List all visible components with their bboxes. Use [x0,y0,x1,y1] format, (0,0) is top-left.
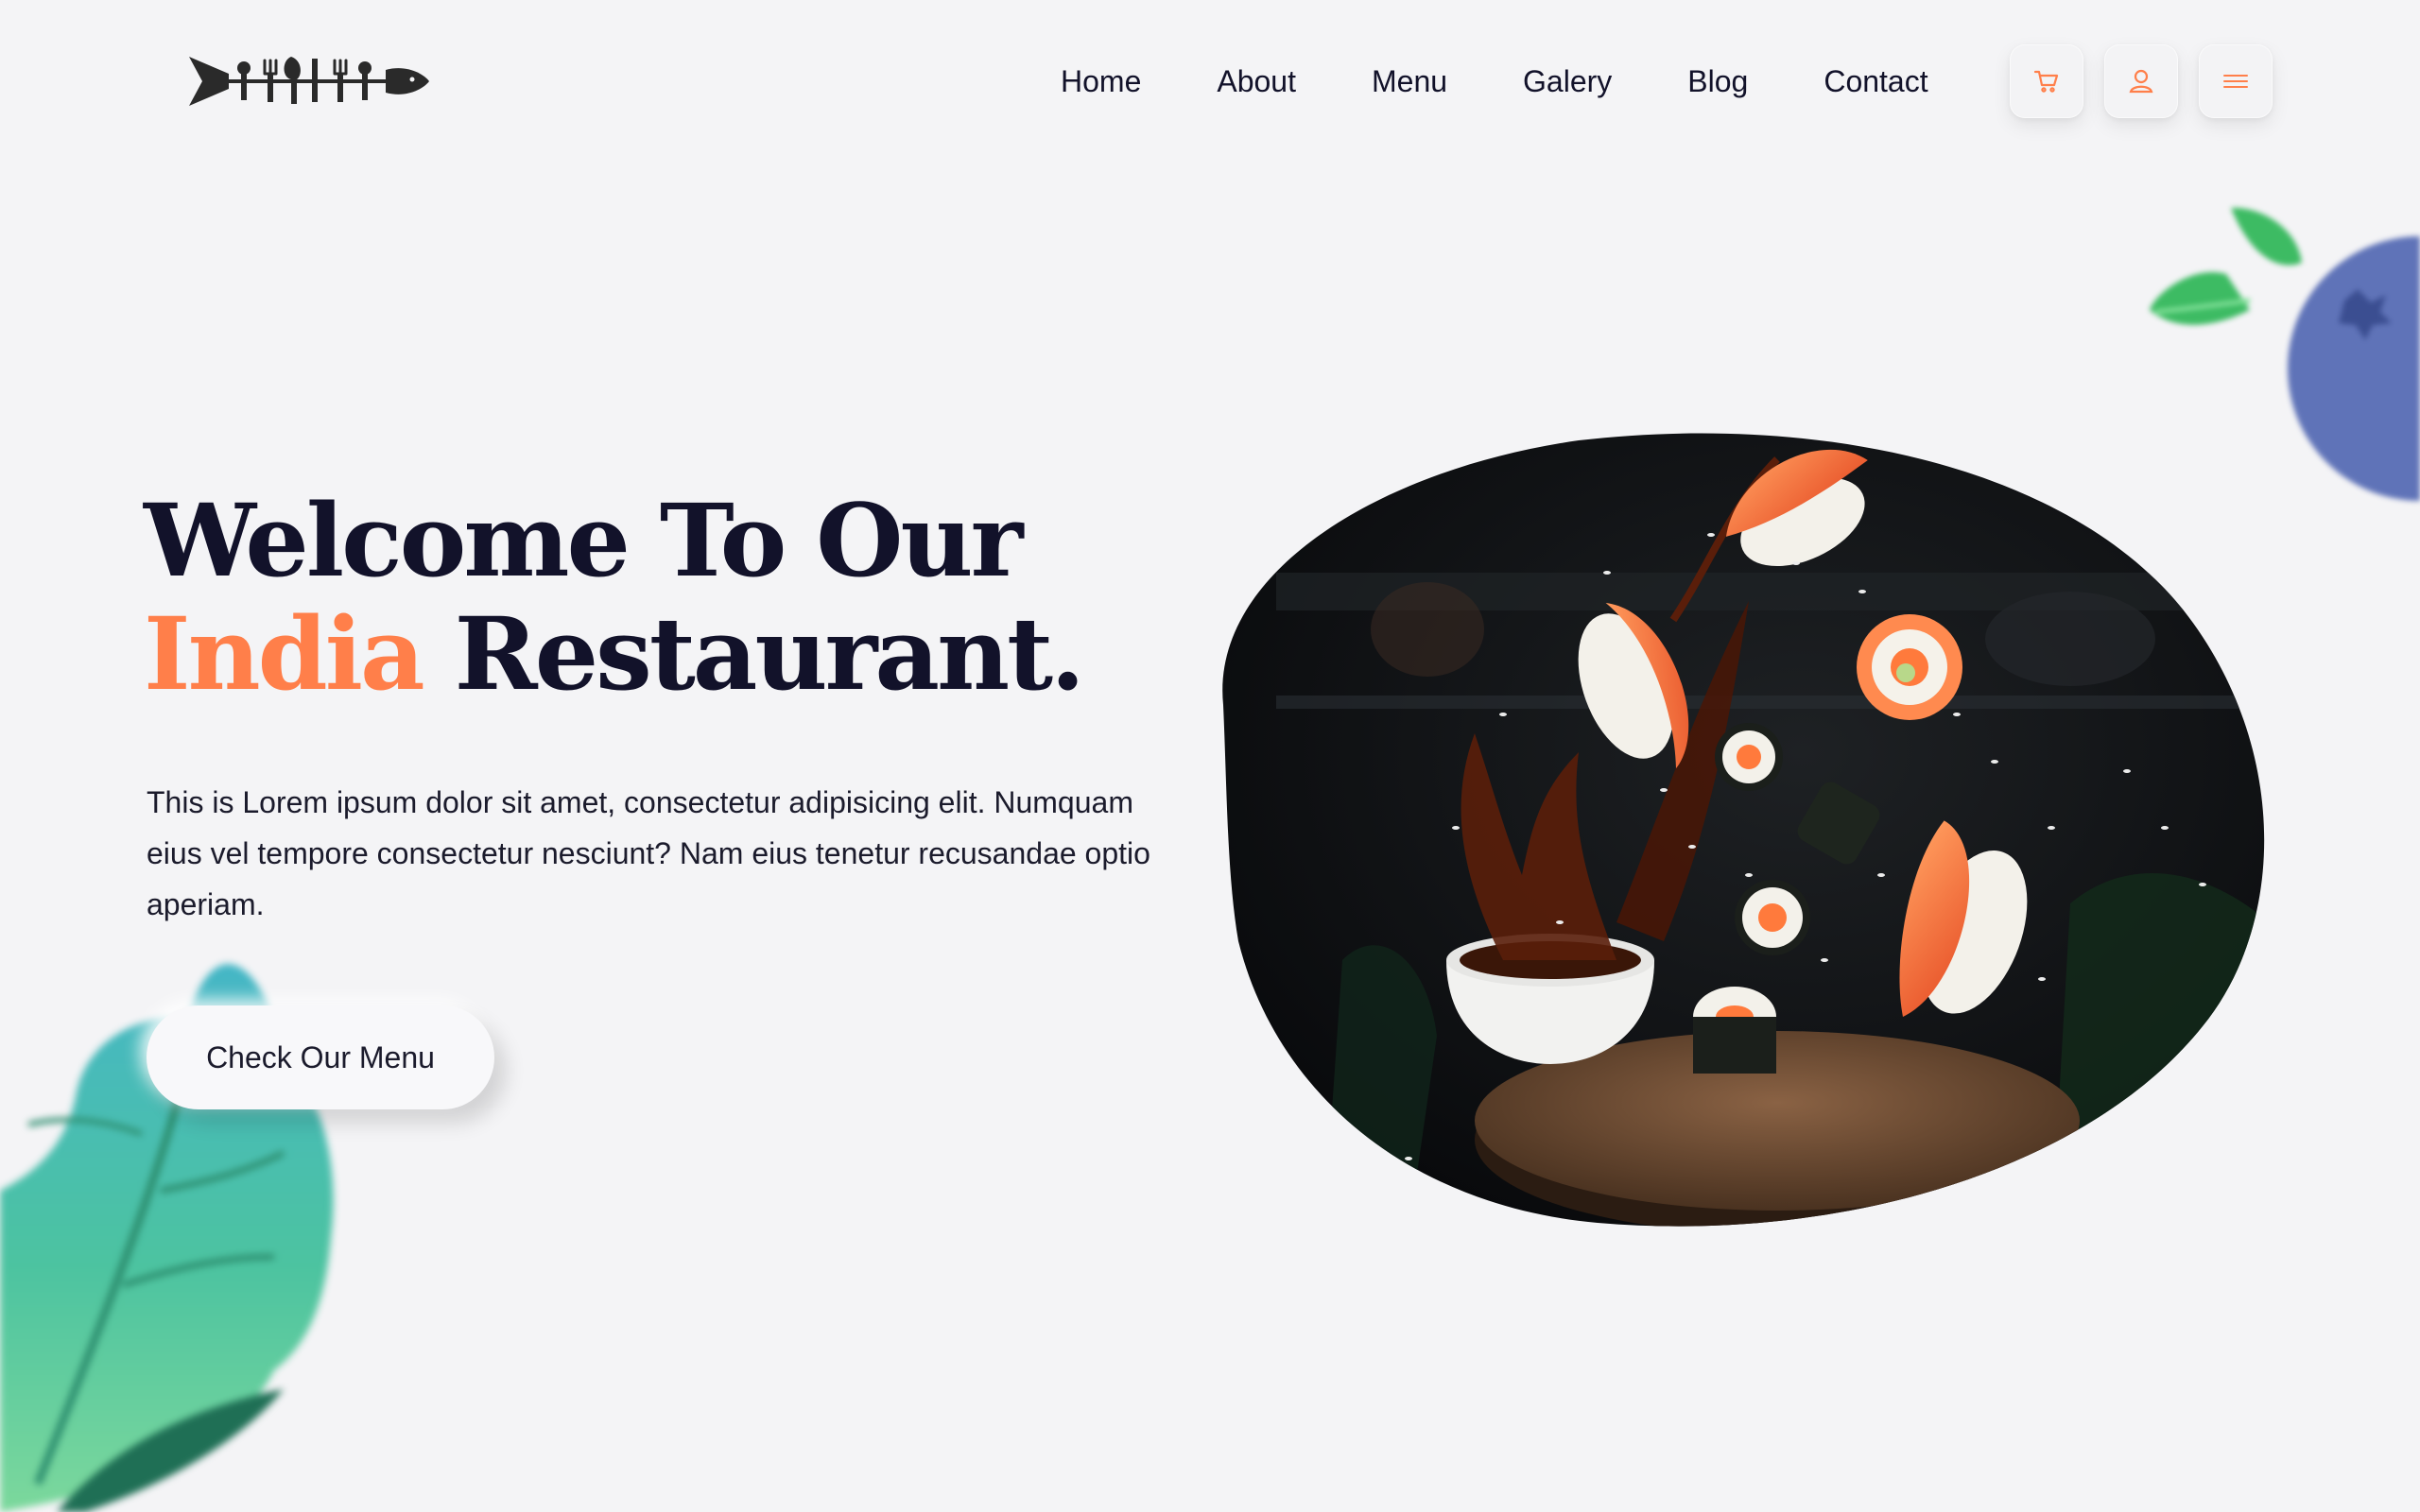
logo[interactable] [185,47,431,115]
nav-menu[interactable]: Menu [1372,60,1447,102]
hero-title-line1: Welcome To Our [144,481,1023,599]
cart-icon [2033,70,2059,93]
check-menu-button[interactable]: Check Our Menu [147,1005,494,1109]
hero-title-rest: Restaurant. [454,594,1085,713]
hamburger-menu-icon [2223,75,2248,88]
main-nav: Home About Menu Galery Blog Contact [1061,60,1928,102]
page: Home About Menu Galery Blog Contact Welc… [0,0,2420,1512]
user-icon [2129,69,2153,94]
hero-title: Welcome To Our India Restaurant. [144,481,1085,713]
nav-galery[interactable]: Galery [1523,60,1612,102]
nav-contact[interactable]: Contact [1824,60,1927,102]
cart-button[interactable] [2010,44,2083,118]
user-button[interactable] [2104,44,2178,118]
nav-blog[interactable]: Blog [1687,60,1748,102]
hamburger-button[interactable] [2199,44,2273,118]
flying-sushi-photo [1222,433,2265,1227]
hero-description: This is Lorem ipsum dolor sit amet, cons… [147,785,1150,921]
nav-home[interactable]: Home [1061,60,1141,102]
nav-about[interactable]: About [1217,60,1296,102]
hero-title-accent: India [144,594,425,713]
